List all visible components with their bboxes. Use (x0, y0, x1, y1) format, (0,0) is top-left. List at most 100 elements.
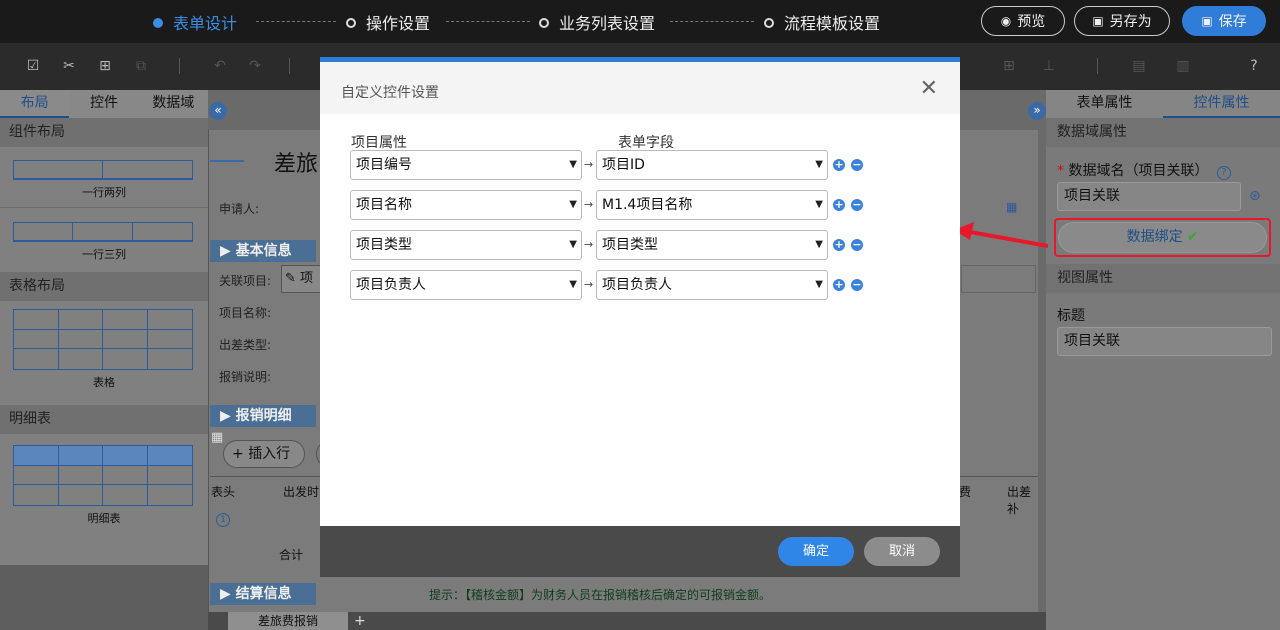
add-sheet-icon[interactable]: + (354, 612, 366, 630)
table-layout-body: 表格 (0, 301, 208, 405)
layout-detail-table[interactable] (13, 445, 193, 506)
step-form-design[interactable]: 表单设计 (153, 10, 237, 34)
floppy-icon: ▣ (1092, 14, 1104, 28)
table-icon[interactable]: ⊞ (1000, 57, 1018, 75)
tab-layout[interactable]: 布局 (0, 90, 70, 118)
tab-data-domain[interactable]: 数据域 (139, 90, 208, 118)
add-row-icon[interactable]: + (833, 199, 845, 211)
cancel-button[interactable]: 取消 (864, 537, 940, 566)
save-as-button[interactable]: ▣ 另存为 (1074, 6, 1170, 36)
row-number-badge: 1 (216, 513, 230, 527)
align-icon[interactable]: ⊥ (1040, 57, 1058, 75)
section-detail-table: 明细表 (0, 405, 208, 434)
section-reimburse-detail: ▶ 报销明细 (210, 405, 316, 427)
section-table-layout: 表格布局 (0, 272, 208, 301)
right-panel: 表单属性 控件属性 数据域属性 * 数据域名（项目关联） ? 项目关联 ⊛ 视图… (1046, 90, 1280, 630)
data-domain-name-input[interactable]: 项目关联 (1057, 182, 1241, 211)
left-tabs: 布局 控件 数据域 (0, 90, 208, 118)
tab-control-props[interactable]: 控件属性 (1163, 90, 1280, 118)
pointer-arrow-icon (954, 222, 1049, 248)
undo-icon[interactable]: ↶ (211, 57, 229, 75)
step-dot-icon (764, 18, 774, 28)
layout-detail-table-label: 明细表 (87, 512, 121, 525)
chevron-down-icon: ▼ (815, 279, 823, 290)
project-name-label: 项目名称: (219, 306, 272, 320)
section-view-props: 视图属性 (1046, 264, 1280, 293)
layout-table[interactable] (13, 309, 193, 370)
map-arrow-icon: → (584, 278, 594, 291)
related-project-field[interactable]: ✎ 项 (281, 265, 321, 293)
copy-icon[interactable]: ⧉ (132, 57, 150, 75)
help-icon[interactable]: ? (1245, 57, 1263, 75)
layout-two-col-label: 一行两列 (82, 186, 126, 199)
title-input[interactable]: 项目关联 (1057, 327, 1272, 356)
add-control-icon[interactable]: ⊞ (96, 57, 114, 75)
highlight-box (1054, 218, 1271, 257)
form-field-select[interactable]: 项目负责人 ▼ (596, 270, 828, 300)
collapse-right-icon[interactable]: » (1028, 102, 1046, 120)
calendar-icon[interactable]: ▦ (1006, 200, 1017, 214)
form-field-select[interactable]: 项目ID ▼ (596, 150, 828, 180)
tab-controls[interactable]: 控件 (69, 90, 138, 118)
section-data-domain-props: 数据域属性 (1046, 118, 1280, 147)
redo-icon[interactable]: ↷ (246, 57, 264, 75)
applicant-label: 申请人: (219, 202, 260, 216)
left-panel: 布局 控件 数据域 组件布局 一行两列 一行三列 表格布局 表格 明细表 明细表 (0, 90, 208, 565)
scissors-icon[interactable]: ✂ (60, 57, 78, 75)
add-row-icon[interactable]: + (833, 239, 845, 251)
col-form-field: 表单字段 (618, 135, 674, 151)
toolbar-divider (179, 58, 180, 74)
add-row-icon[interactable]: + (833, 159, 845, 171)
step-connector (446, 21, 530, 22)
add-row-icon[interactable]: + (833, 279, 845, 291)
insert-row-button[interactable]: + 插入行 (223, 440, 305, 468)
tab-form-props[interactable]: 表单属性 (1046, 90, 1163, 118)
step-connector (670, 21, 754, 22)
toolbar-divider (289, 58, 290, 74)
col-fee: 费 (959, 485, 972, 499)
sheet-tabs: 差旅费报销 + (208, 612, 1046, 630)
detail-table-icon: ▦ (211, 430, 224, 445)
form-field-select[interactable]: 项目类型 ▼ (596, 230, 828, 260)
layout-three-col-label: 一行三列 (82, 248, 126, 261)
step-business-list[interactable]: 业务列表设置 (539, 10, 655, 34)
help-icon[interactable]: ? (1216, 166, 1231, 180)
custom-control-dialog: 自定义控件设置 ✕ 项目属性 表单字段 项目编号 ▼ → 项目ID ▼ + − … (320, 57, 960, 577)
sheet-tab-travel[interactable]: 差旅费报销 (228, 612, 348, 630)
related-project-label: 关联项目: (219, 274, 272, 288)
remove-row-icon[interactable]: − (851, 279, 863, 291)
remove-row-icon[interactable]: − (851, 239, 863, 251)
close-icon[interactable]: ✕ (920, 76, 938, 101)
project-attr-select[interactable]: 项目类型 ▼ (350, 230, 582, 260)
form-title: 差旅 (274, 152, 319, 177)
project-attr-select[interactable]: 项目负责人 ▼ (350, 270, 582, 300)
layout-icon[interactable]: ▤ (1130, 57, 1148, 75)
form-field-select[interactable]: M1.4项目名称 ▼ (596, 190, 828, 220)
layout-three-col[interactable] (13, 222, 193, 242)
eye-icon: ◉ (1000, 14, 1012, 28)
ok-button[interactable]: 确定 (778, 537, 854, 566)
chevron-down-icon: ▼ (815, 159, 823, 170)
remove-row-icon[interactable]: − (851, 199, 863, 211)
layout-two-col[interactable] (13, 160, 193, 180)
triangle-icon: ▶ (220, 586, 236, 602)
chevron-down-icon: ▼ (569, 199, 577, 210)
checkbox-icon[interactable]: ☑ (24, 57, 42, 75)
remove-row-icon[interactable]: − (851, 159, 863, 171)
link-icon[interactable]: ⊛ (1249, 188, 1261, 204)
preview-button[interactable]: ◉ 预览 (981, 6, 1065, 36)
project-attr-select[interactable]: 项目名称 ▼ (350, 190, 582, 220)
save-button[interactable]: ▣ 保存 (1182, 6, 1266, 36)
panel-icon[interactable]: ▥ (1174, 57, 1192, 75)
step-operation-settings[interactable]: 操作设置 (346, 10, 430, 34)
project-attr-select[interactable]: 项目编号 ▼ (350, 150, 582, 180)
col-project-attr: 项目属性 (351, 135, 407, 151)
triangle-icon: ▶ (220, 243, 236, 259)
related-project-field-end (961, 265, 1036, 293)
step-flow-template[interactable]: 流程模板设置 (764, 10, 880, 34)
collapse-left-icon[interactable]: « (209, 102, 227, 120)
toolbar-divider (1097, 58, 1098, 74)
dialog-title: 自定义控件设置 (341, 85, 439, 101)
chevron-down-icon: ▼ (569, 279, 577, 290)
reimburse-desc-label: 报销说明: (219, 370, 272, 384)
